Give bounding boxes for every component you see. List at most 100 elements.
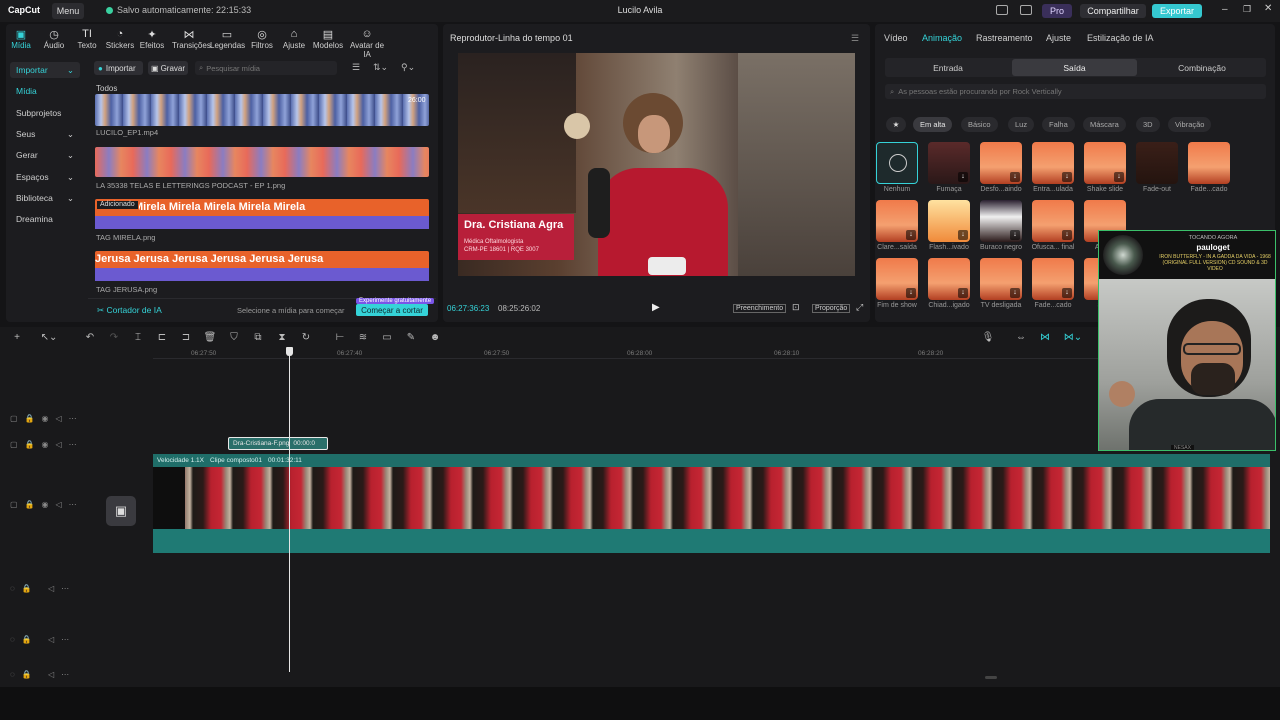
animation-search-input[interactable]: ⌕ As pessoas estão procurando por Rock Ve… <box>885 84 1266 99</box>
anim-blur-fall[interactable]: ↓ <box>980 142 1022 184</box>
media-thumb-video[interactable] <box>95 94 429 126</box>
tool-captions[interactable]: ▭ Legendas <box>210 28 245 50</box>
chip-light[interactable]: Luz <box>1008 117 1035 132</box>
import-button[interactable]: ● Importar <box>94 61 143 75</box>
main-clip-header[interactable]: Velocidade 1.1X Clipe composto01 00:01:32:… <box>153 454 1270 467</box>
add-track-icon[interactable]: + <box>10 332 24 343</box>
video-preview[interactable]: Dra. Cristiana Agra Médica Oftalmologist… <box>458 53 855 276</box>
menu-button[interactable]: Menu <box>52 3 84 19</box>
tool-stickers[interactable]: ◔ Stickers <box>103 28 137 50</box>
tool-ai-avatar[interactable]: ☺ Avatar de IA <box>346 28 388 59</box>
shortcut-icon[interactable] <box>1020 5 1032 15</box>
sort-icon[interactable]: ⇅⌄ <box>373 62 388 73</box>
split-icon[interactable]: ⌶ <box>131 332 145 343</box>
tool-media[interactable]: ▣ Mídia <box>4 28 38 50</box>
fit-icon[interactable]: ⊡ <box>792 302 800 313</box>
mirror-icon[interactable]: ⧗ <box>275 332 289 343</box>
ratio-button[interactable]: Proporção <box>812 304 851 313</box>
sidebar-item-import[interactable]: Importar ⌄ <box>10 61 80 79</box>
audio-track-controls[interactable]: ◌🔒 ◁⋯ <box>10 635 76 644</box>
tab-tracking[interactable]: Rastreamento <box>976 33 1033 43</box>
crop-icon[interactable]: ⧉ <box>251 332 265 343</box>
rotate-icon[interactable]: ↻ <box>299 332 313 343</box>
anim-show-end[interactable]: ↓ <box>876 258 918 300</box>
sidebar-item-yours[interactable]: Seus ⌄ <box>10 125 80 143</box>
tool-audio[interactable]: ◷ Áudio <box>37 28 71 50</box>
track-controls[interactable]: ▢🔒◉◁⋯ <box>10 500 84 509</box>
shield-icon[interactable]: ⛉ <box>227 332 241 343</box>
anim-static-on[interactable]: ↓ <box>928 258 970 300</box>
delete-icon[interactable]: 🗑 <box>203 332 217 343</box>
close-icon[interactable]: ✕ <box>1264 3 1272 14</box>
speed-icon[interactable]: ≋ <box>356 332 370 343</box>
person-icon[interactable]: ☻ <box>428 332 442 343</box>
tool-adjust[interactable]: ⌂ Ajuste <box>277 28 311 50</box>
tab-ai-style[interactable]: Estilização de IA <box>1087 33 1154 43</box>
segment-out[interactable]: Saída <box>1012 59 1137 76</box>
anim-dazzle[interactable]: ↓ <box>1032 200 1074 242</box>
share-button[interactable]: Compartilhar <box>1080 4 1146 18</box>
split-right-icon[interactable]: ⊐ <box>179 332 193 343</box>
cover-icon[interactable]: ▣ <box>106 496 136 526</box>
filter-funnel-icon[interactable]: ⚲⌄ <box>401 62 415 73</box>
anim-fade-out[interactable] <box>1136 142 1178 184</box>
maximize-icon[interactable]: ❐ <box>1243 4 1251 15</box>
media-search-input[interactable]: ⌕ Pesquisar mídia <box>195 61 337 75</box>
sidebar-item-media[interactable]: Mídia <box>10 82 80 100</box>
ai-cutter-label[interactable]: ✂ Cortador de IA <box>97 305 162 316</box>
overlay-clip[interactable]: Dra-Cristiana-F.png 00:00:0 <box>228 437 328 450</box>
main-clip-frames[interactable] <box>153 467 1270 529</box>
tab-animation[interactable]: Animação <box>922 33 962 43</box>
tool-filters[interactable]: ◎ Filtros <box>245 28 279 50</box>
chip-basic[interactable]: Básico <box>961 117 998 132</box>
view-toggle-icon[interactable]: ☰ <box>352 62 360 73</box>
tool-transitions[interactable]: ⋈ Transições <box>172 28 211 50</box>
chip-3d[interactable]: 3D <box>1136 117 1160 132</box>
anim-brighten[interactable]: ↓ <box>876 200 918 242</box>
caption-gen-icon[interactable]: ▭ <box>380 332 394 343</box>
anim-fade-cut[interactable] <box>1188 142 1230 184</box>
minimize-icon[interactable]: – <box>1222 4 1228 15</box>
sidebar-item-subprojects[interactable]: Subprojetos <box>10 104 80 122</box>
freeze-icon[interactable]: ⊢ <box>333 332 347 343</box>
preview-axis-icon[interactable]: ⋈⌄ <box>1062 332 1084 343</box>
scroll-handle[interactable] <box>985 676 997 679</box>
segment-in[interactable]: Entrada <box>886 59 1010 76</box>
link-icon[interactable]: ⇔ <box>1013 332 1029 343</box>
track-controls[interactable]: ▢🔒◉◁⋯ <box>10 414 84 423</box>
tool-effects[interactable]: ✦ Efeitos <box>135 28 169 50</box>
select-tool-icon[interactable]: ↖⌄ <box>37 332 61 343</box>
redo-icon[interactable]: ↷ <box>107 332 121 343</box>
sidebar-item-library[interactable]: Biblioteca ⌄ <box>10 189 80 207</box>
tool-templates[interactable]: ▤ Modelos <box>311 28 345 50</box>
start-cut-button[interactable]: Começar a cortar <box>356 304 428 316</box>
anim-smoke[interactable]: ↓ <box>928 142 970 184</box>
player-menu-icon[interactable]: ☰ <box>851 33 859 44</box>
mic-icon[interactable]: 🎙 <box>981 332 995 343</box>
record-button[interactable]: ▣ Gravar <box>148 61 188 75</box>
segment-combo[interactable]: Combinação <box>1139 59 1265 76</box>
audio-waveform[interactable] <box>153 529 1270 553</box>
anim-black-hole[interactable]: ↓ <box>980 200 1022 242</box>
undo-icon[interactable]: ↶ <box>83 332 97 343</box>
track-controls[interactable]: ▢🔒◉◁⋯ <box>10 440 84 449</box>
anim-shake-slide[interactable]: ↓ <box>1084 142 1126 184</box>
magic-icon[interactable]: ✎ <box>404 332 418 343</box>
playhead-handle[interactable] <box>286 347 293 356</box>
anim-flash[interactable]: ↓ <box>928 200 970 242</box>
anim-none[interactable] <box>876 142 918 184</box>
sidebar-item-dreamina[interactable]: Dreamina <box>10 210 80 228</box>
playhead[interactable] <box>289 347 290 672</box>
tool-text[interactable]: TI Texto <box>70 28 104 50</box>
fill-button[interactable]: Preenchimento <box>733 304 787 313</box>
favorites-star-icon[interactable]: ★ <box>886 117 906 132</box>
sidebar-item-generate[interactable]: Gerar ⌄ <box>10 146 80 164</box>
tab-adjust[interactable]: Ajuste <box>1046 33 1071 43</box>
media-thumb-podcast[interactable] <box>95 147 429 177</box>
chip-mask[interactable]: Máscara <box>1083 117 1126 132</box>
pro-badge[interactable]: Pro <box>1042 4 1072 18</box>
layout-icon[interactable] <box>996 5 1008 15</box>
split-left-icon[interactable]: ⊏ <box>155 332 169 343</box>
anim-tv-off[interactable]: ↓ <box>980 258 1022 300</box>
sidebar-item-spaces[interactable]: Espaços ⌄ <box>10 168 80 186</box>
